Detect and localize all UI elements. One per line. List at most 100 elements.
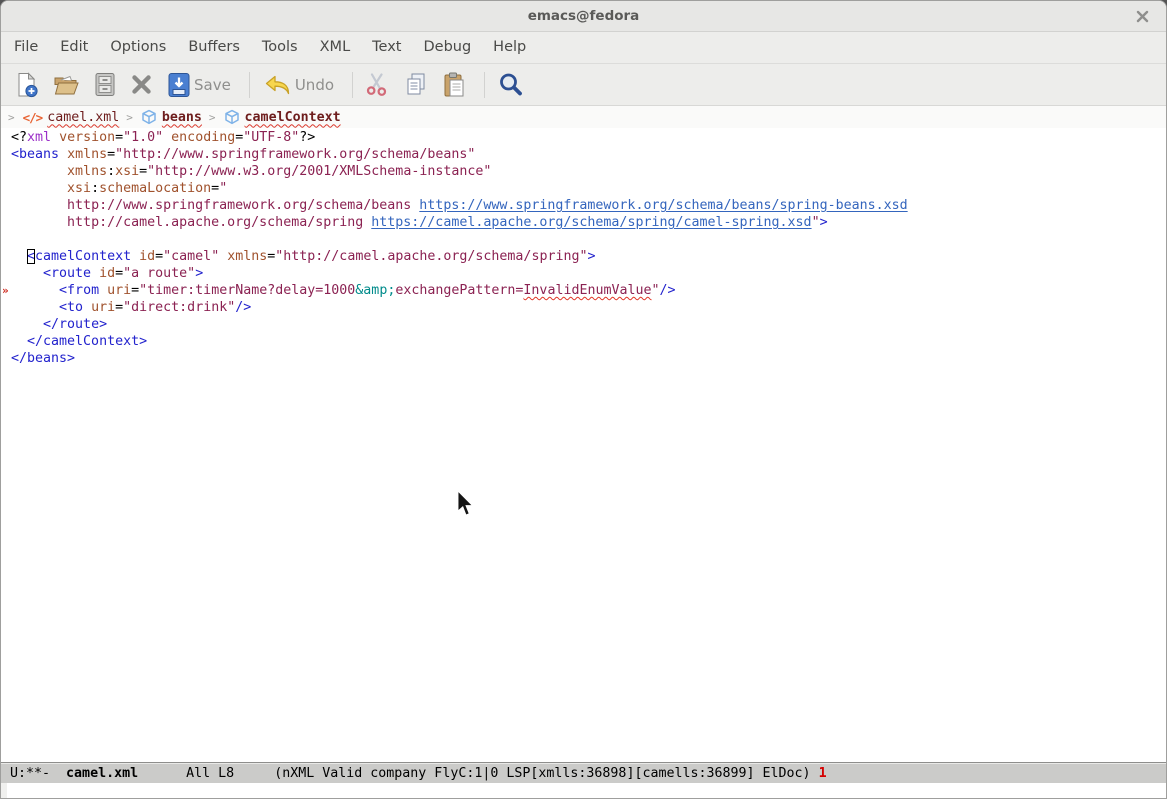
breadcrumb-item-beans[interactable]: beans [162, 110, 202, 125]
save-button-label: Save [194, 76, 231, 94]
code-token: xml [27, 130, 51, 145]
code-token: camelContext [35, 249, 131, 264]
code-token [59, 147, 67, 162]
code-line[interactable]: http://camel.apache.org/schema/spring ht… [11, 214, 1166, 231]
code-token: " [652, 283, 660, 298]
code-token: version [59, 130, 115, 145]
scissors-icon [365, 72, 390, 97]
modeline-text: U:**- [10, 766, 66, 781]
copy-icon [404, 72, 428, 97]
undo-button[interactable]: Undo [262, 73, 334, 97]
code-token: = [115, 266, 123, 281]
code-link[interactable]: https://camel.apache.org/schema/spring/c… [371, 215, 811, 230]
code-token: /> [235, 300, 251, 315]
cube-icon [141, 109, 157, 125]
code-token: "timer:timerName?delay=1000 [139, 283, 355, 298]
code-token: /> [660, 283, 676, 298]
code-token: : [107, 164, 115, 179]
code-token: </beans> [11, 351, 75, 366]
menu-file[interactable]: File [3, 32, 49, 63]
clipboard-paste-icon [442, 72, 466, 98]
code-token [83, 300, 91, 315]
code-token: xmlns [67, 164, 107, 179]
new-file-icon [15, 72, 39, 98]
code-line[interactable]: xsi:schemaLocation=" [11, 180, 1166, 197]
save-button[interactable]: Save [167, 72, 231, 98]
code-line[interactable]: xmlns:xsi="http://www.w3.org/2001/XMLSch… [11, 163, 1166, 180]
code-token: uri [91, 300, 115, 315]
code-token: </route> [43, 317, 107, 332]
cut-button[interactable] [365, 72, 390, 97]
menu-debug[interactable]: Debug [412, 32, 482, 63]
code-token: " [812, 215, 820, 230]
code-line[interactable]: </camelContext> [11, 333, 1166, 350]
code-token: "http://camel.apache.org/schema/spring" [275, 249, 587, 264]
code-line[interactable]: <route id="a route"> [11, 265, 1166, 282]
code-token: : [91, 181, 99, 196]
menu-tools[interactable]: Tools [251, 32, 309, 63]
code-line[interactable]: http://www.springframework.org/schema/be… [11, 197, 1166, 214]
code-area[interactable]: <?xml version="1.0" encoding="UTF-8"?><b… [1, 128, 1166, 367]
dired-button[interactable] [94, 72, 116, 97]
menu-xml[interactable]: XML [309, 32, 362, 63]
code-token: http://camel.apache.org/schema/spring [67, 215, 371, 230]
code-token [11, 215, 67, 230]
copy-button[interactable] [404, 72, 428, 97]
open-file-button[interactable] [53, 73, 80, 97]
modeline-text: All L8 (nXML Valid company FlyC:1|0 LSP[… [138, 766, 818, 781]
search-button[interactable] [497, 71, 524, 98]
code-token [131, 249, 139, 264]
menu-text[interactable]: Text [361, 32, 412, 63]
code-token: "http://www.springframework.org/schema/b… [115, 147, 475, 162]
new-file-button[interactable] [15, 72, 39, 98]
code-token: <? [11, 130, 27, 145]
code-token: "http://www.w3.org/2001/XMLSchema-instan… [147, 164, 491, 179]
toolbar: Save Undo [1, 63, 1166, 106]
code-line[interactable]: </beans> [11, 350, 1166, 367]
code-token [51, 130, 59, 145]
code-token: = [115, 300, 123, 315]
menu-edit[interactable]: Edit [49, 32, 99, 63]
code-token [11, 317, 43, 332]
code-line[interactable]: <?xml version="1.0" encoding="UTF-8"?> [11, 129, 1166, 146]
window-title: emacs@fedora [528, 8, 640, 24]
kill-buffer-button[interactable] [130, 73, 153, 96]
code-token: > [195, 266, 203, 281]
code-token [11, 283, 59, 298]
code-token: > [587, 249, 595, 264]
code-token: <to [59, 300, 83, 315]
code-line[interactable]: </route> [11, 316, 1166, 333]
toolbar-separator [249, 72, 250, 98]
breadcrumb-separator-icon: > [8, 111, 15, 124]
menu-help[interactable]: Help [482, 32, 537, 63]
code-line[interactable]: <camelContext id="camel" xmlns="http://c… [11, 248, 1166, 265]
code-token: = [155, 249, 163, 264]
code-token: "a route" [123, 266, 195, 281]
menu-buffers[interactable]: Buffers [177, 32, 251, 63]
breadcrumb: ></>camel.xml>beans>camelContext [1, 106, 1166, 128]
code-token: xsi [67, 181, 91, 196]
code-token: " [219, 181, 227, 196]
code-token: ?> [299, 130, 315, 145]
code-line[interactable]: <beans xmlns="http://www.springframework… [11, 146, 1166, 163]
title-bar: emacs@fedora [1, 1, 1166, 32]
code-token: encoding [171, 130, 235, 145]
breadcrumb-item-camelContext[interactable]: camelContext [245, 110, 341, 125]
close-icon [1136, 10, 1149, 23]
paste-button[interactable] [442, 72, 466, 98]
code-token [11, 300, 59, 315]
editor-buffer[interactable]: <?xml version="1.0" encoding="UTF-8"?><b… [1, 128, 1166, 762]
undo-icon [262, 73, 292, 97]
code-line[interactable] [11, 231, 1166, 248]
code-link[interactable]: https://www.springframework.org/schema/b… [419, 198, 907, 213]
code-token: = [211, 181, 219, 196]
close-button[interactable] [1132, 6, 1152, 26]
code-token [11, 181, 67, 196]
code-token: < [27, 249, 35, 264]
toolbar-separator [484, 72, 485, 98]
echo-area[interactable] [1, 783, 1166, 798]
code-line[interactable]: <to uri="direct:drink"/> [11, 299, 1166, 316]
breadcrumb-item-camel.xml[interactable]: camel.xml [47, 110, 119, 125]
code-line[interactable]: » <from uri="timer:timerName?delay=1000&… [11, 282, 1166, 299]
menu-options[interactable]: Options [99, 32, 177, 63]
